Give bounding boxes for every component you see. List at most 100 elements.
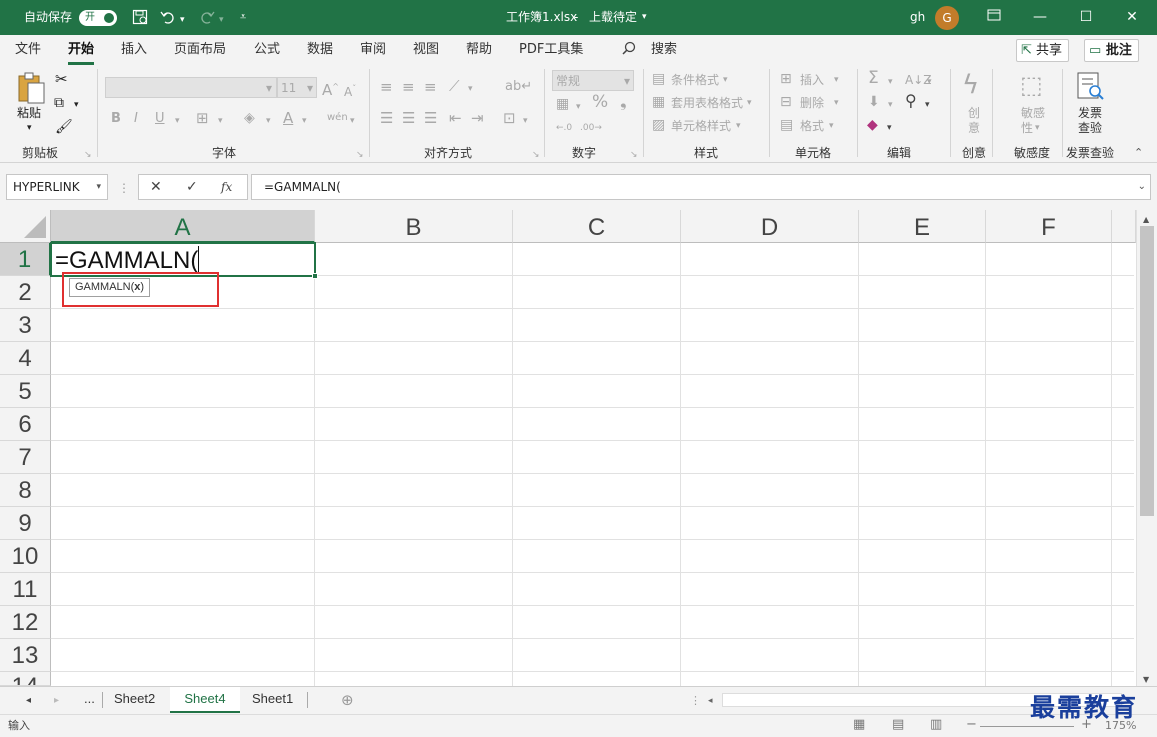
tab-review[interactable]: 审阅	[360, 41, 386, 61]
name-box[interactable]: HYPERLINK ▾	[6, 174, 108, 200]
sheet-tab-sheet2[interactable]: Sheet2	[104, 687, 165, 713]
autosave-toggle[interactable]: 开	[79, 10, 117, 26]
insert-dropdown-icon: ▾	[834, 75, 839, 85]
alignment-launcher-icon[interactable]: ↘	[532, 147, 540, 163]
row-header-6[interactable]: 6	[0, 408, 51, 441]
tab-view[interactable]: 视图	[413, 41, 439, 61]
worksheet-grid[interactable]: A B C D E F 1 2 3 4 5 6 7 8 9 10 11 12 1…	[0, 210, 1157, 686]
share-button[interactable]: ⇱ 共享	[1016, 39, 1070, 62]
row-header-11[interactable]: 11	[0, 573, 51, 606]
copy-dropdown-icon[interactable]: ▾	[74, 97, 79, 113]
next-sheet-icon[interactable]: ▸	[54, 693, 59, 709]
collapse-ribbon-icon[interactable]: ⌃	[1134, 145, 1143, 161]
row-header-3[interactable]: 3	[0, 309, 51, 342]
font-launcher-icon[interactable]: ↘	[356, 147, 364, 163]
undo-dropdown-icon[interactable]: ▾	[180, 12, 185, 28]
zoom-slider[interactable]	[980, 726, 1074, 727]
name-box-dropdown-icon[interactable]: ▾	[96, 175, 101, 199]
zoom-out-icon[interactable]: −	[966, 717, 977, 733]
comments-button[interactable]: ▭ 批注	[1084, 39, 1139, 62]
close-button[interactable]: ✕	[1109, 0, 1155, 35]
row-header-13[interactable]: 13	[0, 639, 51, 672]
number-format-combo[interactable]: 常规 ▾	[552, 70, 634, 91]
invoice-check-icon[interactable]	[1075, 71, 1105, 106]
search-icon[interactable]	[622, 41, 636, 61]
tab-page-layout[interactable]: 页面布局	[174, 41, 226, 61]
normal-view-icon[interactable]: ▦	[853, 717, 865, 733]
customize-toolbar-icon[interactable]: ⩡	[240, 9, 246, 25]
column-header-c[interactable]: C	[513, 210, 681, 243]
scroll-left-icon[interactable]: ◂	[708, 693, 713, 709]
column-header-f[interactable]: F	[986, 210, 1112, 243]
tab-splitter-icon[interactable]: ⋮	[690, 693, 701, 709]
format-painter-icon[interactable]: 🖌	[55, 119, 73, 135]
clear-dropdown-icon[interactable]: ▾	[887, 120, 892, 136]
column-header-partial[interactable]	[1112, 210, 1136, 243]
tab-pdf-tools[interactable]: PDF工具集	[519, 41, 583, 61]
row-header-1[interactable]: 1	[0, 243, 51, 276]
enter-icon[interactable]: ✓	[186, 179, 198, 195]
tab-help[interactable]: 帮助	[466, 41, 492, 61]
insert-function-icon[interactable]: fx	[221, 179, 232, 195]
paste-label[interactable]: 粘贴	[17, 105, 41, 121]
sort-filter-dropdown-icon: ▾	[927, 77, 932, 87]
upload-status[interactable]: 上载待定	[589, 0, 637, 35]
row-header-2[interactable]: 2	[0, 276, 51, 309]
font-name-combo[interactable]: ▾	[105, 77, 277, 98]
row-header-14[interactable]: 14	[0, 672, 51, 686]
add-sheet-icon[interactable]: ⊕	[341, 692, 354, 708]
number-launcher-icon[interactable]: ↘	[630, 147, 638, 163]
row-header-8[interactable]: 8	[0, 474, 51, 507]
formula-input[interactable]: =GAMMALN(⌄	[251, 174, 1151, 200]
page-layout-view-icon[interactable]: ▤	[892, 717, 904, 733]
select-all-corner[interactable]	[0, 210, 51, 243]
row-header-7[interactable]: 7	[0, 441, 51, 474]
maximize-button[interactable]: ☐	[1063, 0, 1109, 35]
column-header-e[interactable]: E	[859, 210, 986, 243]
avatar[interactable]: G	[935, 6, 959, 30]
save-icon[interactable]	[132, 9, 148, 29]
invoice-check-line1[interactable]: 发票	[1078, 105, 1102, 121]
user-name[interactable]: gh	[910, 0, 925, 35]
tab-formulas[interactable]: 公式	[254, 41, 280, 61]
row-header-12[interactable]: 12	[0, 606, 51, 639]
find-select-dropdown-icon[interactable]: ▾	[925, 97, 930, 113]
expand-formula-icon[interactable]: ⌄	[1138, 175, 1146, 199]
tab-data[interactable]: 数据	[307, 41, 333, 61]
page-break-view-icon[interactable]: ▥	[930, 717, 942, 733]
vertical-scrollbar[interactable]: ▲ ▼	[1136, 210, 1157, 686]
copy-icon[interactable]: ⧉	[54, 95, 64, 111]
find-select-icon[interactable]: ⚲	[905, 93, 917, 109]
cut-icon[interactable]: ✂	[55, 71, 68, 87]
group-separator	[643, 69, 644, 157]
row-header-9[interactable]: 9	[0, 507, 51, 540]
tab-home[interactable]: 开始	[68, 41, 95, 65]
scroll-thumb[interactable]	[1140, 226, 1154, 516]
sheet-tab-sheet4[interactable]: Sheet4	[170, 687, 240, 713]
column-header-a[interactable]: A	[51, 210, 315, 243]
clear-icon[interactable]: ◆	[867, 117, 878, 133]
fill-handle[interactable]	[312, 273, 318, 279]
tab-insert[interactable]: 插入	[121, 41, 147, 61]
group-separator	[950, 69, 951, 157]
paste-dropdown-icon[interactable]: ▾	[27, 120, 32, 136]
sheet-tab-sheet1[interactable]: Sheet1	[242, 687, 303, 713]
column-header-d[interactable]: D	[681, 210, 859, 243]
cancel-icon[interactable]: ✕	[150, 179, 162, 195]
invoice-check-line2[interactable]: 查验	[1078, 120, 1102, 136]
ribbon-display-icon[interactable]	[971, 0, 1017, 35]
row-header-5[interactable]: 5	[0, 375, 51, 408]
minimize-button[interactable]: —	[1017, 0, 1063, 35]
tab-file[interactable]: 文件	[15, 41, 41, 61]
prev-sheet-icon[interactable]: ◂	[26, 693, 31, 709]
font-size-combo[interactable]: 11 ▾	[277, 77, 317, 98]
search-label[interactable]: 搜索	[651, 41, 677, 61]
increase-indent-icon: ⇥	[471, 109, 484, 127]
undo-icon[interactable]	[160, 9, 176, 29]
row-header-4[interactable]: 4	[0, 342, 51, 375]
sheet-overflow[interactable]: ...	[80, 687, 99, 713]
clipboard-launcher-icon[interactable]: ↘	[84, 147, 92, 163]
column-header-b[interactable]: B	[315, 210, 513, 243]
title-dropdown-icon[interactable]: ▾	[642, 0, 647, 35]
row-header-10[interactable]: 10	[0, 540, 51, 573]
